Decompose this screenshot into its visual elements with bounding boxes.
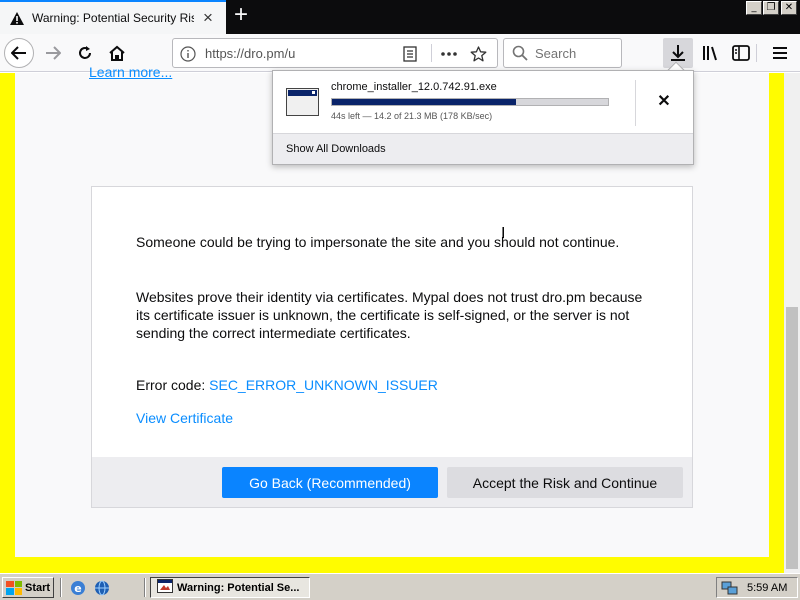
forward-button[interactable] (38, 38, 68, 68)
executable-file-icon (286, 88, 319, 116)
search-icon (512, 45, 528, 66)
browser-quicklaunch-icon[interactable] (93, 579, 111, 597)
certificate-explanation-text: Websites prove their identity via certif… (136, 289, 643, 341)
scrollbar-thumb[interactable] (786, 307, 798, 569)
download-divider (635, 80, 636, 126)
accept-risk-button[interactable]: Accept the Risk and Continue (447, 467, 683, 498)
forward-arrow-icon (46, 46, 61, 60)
clock: 5:59 AM (747, 582, 788, 594)
info-icon[interactable] (180, 46, 196, 67)
advanced-info-panel: Someone could be trying to impersonate t… (91, 186, 693, 508)
error-code-label: Error code: (136, 377, 210, 393)
library-button[interactable] (696, 38, 726, 68)
toolbar-separator (756, 44, 757, 62)
reload-icon (79, 46, 91, 59)
tab-title: Warning: Potential Security Risk A (32, 11, 194, 25)
error-code-link[interactable]: SEC_ERROR_UNKNOWN_ISSUER (209, 377, 438, 393)
text-cursor-icon: I (501, 225, 506, 242)
taskbar-separator (144, 578, 146, 597)
bookmark-star-icon[interactable] (469, 45, 487, 63)
taskbar: Start e Warning: Potential Se... 5:59 AM (0, 573, 800, 600)
downloads-footer: Show All Downloads (273, 133, 693, 164)
sidebar-icon (732, 45, 750, 61)
system-tray: 5:59 AM (716, 577, 798, 598)
taskbar-window-title: Warning: Potential Se... (177, 581, 300, 594)
start-label: Start (25, 581, 51, 594)
sidebar-button[interactable] (726, 38, 756, 68)
url-text[interactable]: https://dro.pm/u (205, 46, 295, 61)
tab-strip: Warning: Potential Security Risk A × + _… (0, 0, 800, 34)
reader-view-icon[interactable] (401, 45, 419, 63)
hamburger-menu-icon (773, 47, 787, 59)
vertical-scrollbar[interactable] (784, 73, 800, 573)
download-progress-fill (332, 99, 517, 105)
taskbar-window-button[interactable]: Warning: Potential Se... (150, 577, 310, 598)
close-window-button[interactable]: ✕ (781, 1, 797, 15)
download-filename: chrome_installer_12.0.742.91.exe (331, 81, 497, 93)
search-input[interactable]: Search (535, 46, 576, 61)
cancel-download-button[interactable]: ✕ (653, 91, 675, 113)
page-actions-icon[interactable] (440, 45, 458, 63)
download-item[interactable]: chrome_installer_12.0.742.91.exe 44s lef… (273, 71, 693, 133)
learn-more-link[interactable]: Learn more... (89, 64, 172, 80)
windows-logo-icon (6, 580, 22, 595)
download-arrow-icon (671, 45, 685, 61)
home-icon (109, 45, 125, 61)
go-back-button[interactable]: Go Back (Recommended) (222, 467, 438, 498)
button-bar: Go Back (Recommended) Accept the Risk an… (92, 457, 692, 507)
library-icon (703, 46, 717, 61)
show-all-downloads-button[interactable]: Show All Downloads (286, 143, 386, 155)
url-separator (431, 44, 432, 62)
back-arrow-icon (11, 46, 26, 60)
warning-icon (9, 10, 25, 26)
download-progress-bar (331, 98, 609, 106)
downloads-panel: chrome_installer_12.0.742.91.exe 44s lef… (272, 70, 694, 165)
search-bar[interactable]: Search (503, 38, 622, 68)
menu-button[interactable] (765, 38, 795, 68)
new-tab-button[interactable]: + (228, 3, 254, 29)
firefox-window-icon (157, 579, 173, 596)
view-certificate-link[interactable]: View Certificate (136, 410, 233, 426)
error-code-line: Error code: SEC_ERROR_UNKNOWN_ISSUER (136, 377, 438, 393)
network-tray-icon[interactable] (721, 580, 739, 600)
restore-button[interactable]: ❐ (763, 1, 779, 15)
quicklaunch-separator (60, 578, 62, 597)
svg-text:e: e (74, 582, 81, 595)
impersonation-warning-text: Someone could be trying to impersonate t… (136, 234, 620, 250)
minimize-button[interactable]: _ (746, 1, 762, 15)
ie-quicklaunch-icon[interactable]: e (69, 579, 87, 597)
tab-close-icon[interactable]: × (200, 8, 216, 27)
back-button[interactable] (4, 38, 34, 68)
start-button[interactable]: Start (2, 577, 54, 598)
tab-active[interactable]: Warning: Potential Security Risk A × (0, 0, 226, 34)
url-bar[interactable]: https://dro.pm/u (172, 38, 498, 68)
download-status: 44s left — 14.2 of 21.3 MB (178 KB/sec) (331, 111, 493, 121)
